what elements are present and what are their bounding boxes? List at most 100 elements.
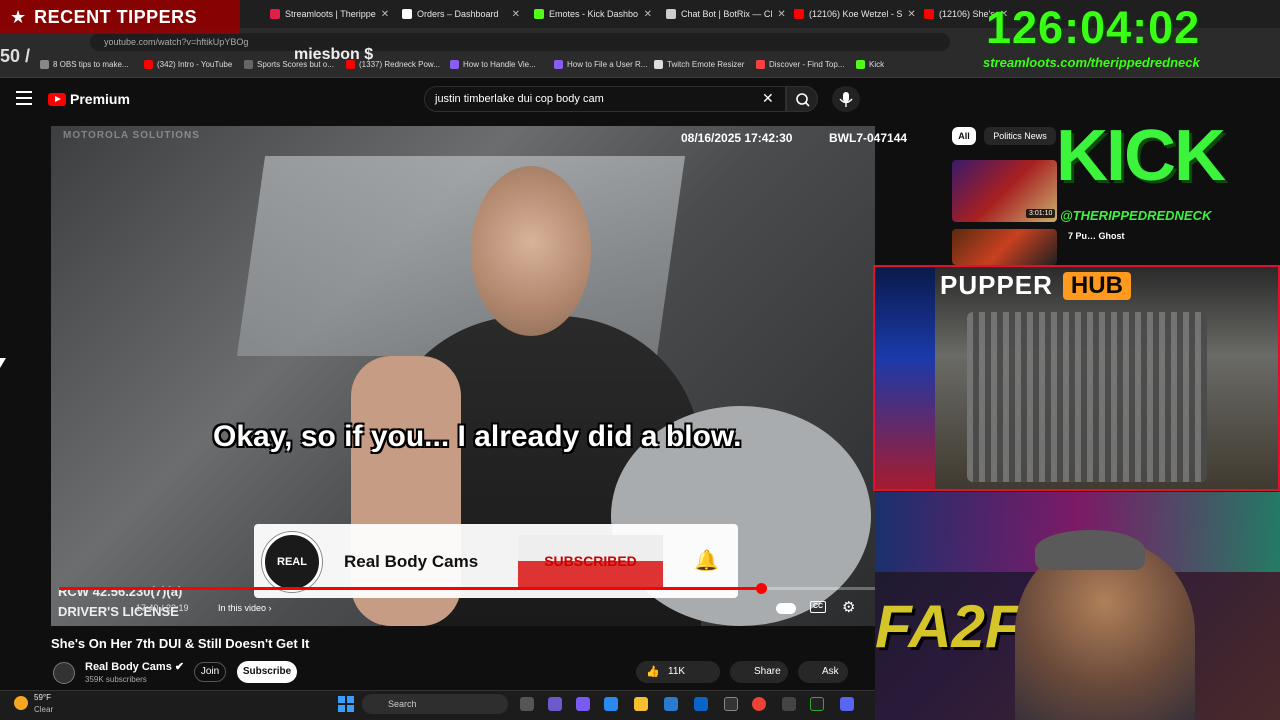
autoplay-toggle-icon[interactable] <box>776 603 796 614</box>
bookmark-favicon-icon <box>756 60 765 69</box>
outlook-icon[interactable] <box>694 697 708 711</box>
close-tab-icon[interactable]: ✕ <box>381 9 389 20</box>
video-duration: 3:01:10 <box>1026 209 1056 218</box>
bookmark-item[interactable]: (342) Intro - YouTube <box>144 60 232 69</box>
discord-icon[interactable] <box>840 697 854 711</box>
tab-favicon-icon <box>924 9 934 19</box>
browser-tab[interactable]: Emotes - Kick Dashbo ✕ <box>528 3 658 25</box>
join-button[interactable]: Join <box>194 662 226 682</box>
bookmark-item[interactable]: Twitch Emote Resizer <box>654 60 744 69</box>
tab-label: Streamloots | Therippe <box>285 9 376 19</box>
bookmark-item[interactable]: 8 OBS tips to make... <box>40 60 129 69</box>
youtube-logo-text: Premium <box>70 91 130 107</box>
bell-icon: 🔔 <box>694 550 719 572</box>
hamburger-menu-icon[interactable] <box>16 91 32 105</box>
bookmark-label: (342) Intro - YouTube <box>157 60 233 69</box>
browser-tab[interactable]: Chat Bot | BotRix — Cl ✕ <box>660 3 786 25</box>
channel-avatar[interactable] <box>53 662 75 684</box>
obs-icon[interactable] <box>724 697 738 711</box>
app-icon[interactable] <box>782 697 796 711</box>
chip-all[interactable]: All <box>952 127 976 145</box>
bookmark-favicon-icon <box>554 60 563 69</box>
bookmark-favicon-icon <box>654 60 663 69</box>
share-button[interactable]: Share <box>730 661 788 683</box>
url-field[interactable]: youtube.com/watch?v=hftikUpYBOg <box>90 33 950 51</box>
tab-label: Orders – Dashboard <box>417 9 499 19</box>
video-scene-window <box>236 156 686 356</box>
channel-logo: REAL <box>262 532 322 592</box>
bodycam-watermark: MOTOROLA SOLUTIONS <box>63 130 200 141</box>
bookmark-item[interactable]: How to Handle Vie... <box>450 60 536 69</box>
recommended-video-thumbnail[interactable] <box>952 229 1057 265</box>
progress-bar-fill <box>59 587 761 590</box>
tab-favicon-icon <box>270 9 280 19</box>
store-icon[interactable] <box>664 697 678 711</box>
bookmark-favicon-icon <box>856 60 865 69</box>
weather-icon[interactable] <box>14 696 28 710</box>
streamer-camera: FA2FO <box>875 492 1280 720</box>
close-tab-icon[interactable]: ✕ <box>512 9 520 20</box>
windows-start-icon[interactable] <box>338 696 354 712</box>
kick-handle: @THERIPPEDREDNECK <box>1060 208 1212 223</box>
progress-scrubber[interactable] <box>756 583 767 594</box>
search-icon <box>796 93 810 107</box>
mouse-cursor-icon <box>0 358 6 368</box>
pupper-hub-label: PUPPER <box>940 270 1053 300</box>
youtube-logo[interactable]: Premium <box>48 91 130 107</box>
weather-temperature: 59°F <box>34 693 51 702</box>
close-tab-icon[interactable]: ✕ <box>644 9 652 20</box>
terminal-icon[interactable] <box>810 697 824 711</box>
tab-favicon-icon <box>666 9 676 19</box>
taskbar-search[interactable]: Search <box>362 694 508 714</box>
microphone-icon <box>839 92 853 107</box>
pupper-hub-banner: PUPPER HUB <box>940 270 1131 301</box>
tab-label: Chat Bot | BotRix — Cl <box>681 9 773 19</box>
channel-name[interactable]: Real Body Cams ✔ <box>85 660 184 673</box>
tab-favicon-icon <box>402 9 412 19</box>
bookmark-label: 8 OBS tips to make... <box>53 60 129 69</box>
teams-icon[interactable] <box>576 697 590 711</box>
search-button[interactable] <box>786 86 818 112</box>
tab-label: (12106) Koe Wetzel - S <box>809 9 903 19</box>
copilot-icon[interactable] <box>548 697 562 711</box>
ask-button[interactable]: Ask <box>798 661 848 683</box>
bookmark-item[interactable]: Kick <box>856 60 884 69</box>
gear-icon[interactable]: ⚙ <box>842 598 855 616</box>
chrome-icon[interactable] <box>752 697 766 711</box>
browser-tab[interactable]: Streamloots | Therippe ✕ <box>264 3 394 25</box>
edge-icon[interactable] <box>604 697 618 711</box>
subscriber-count: 359K subscribers <box>85 675 147 684</box>
bookmark-label: Kick <box>869 60 885 69</box>
bookmark-label: Discover - Find Top... <box>769 60 845 69</box>
video-title: She's On Her 7th DUI & Still Doesn't Get… <box>51 636 310 651</box>
video-time: 17:40 / 22:19 <box>136 603 189 613</box>
tab-favicon-icon <box>534 9 544 19</box>
subscribe-button[interactable]: Subscribe <box>237 661 297 683</box>
recommended-video-title[interactable]: 7 Pu… Ghost <box>1068 230 1128 242</box>
bookmark-favicon-icon <box>144 60 153 69</box>
streamloots-url: streamloots.com/therippedredneck <box>983 55 1200 70</box>
task-view-icon[interactable] <box>520 697 534 711</box>
chip-politics-news[interactable]: Politics News <box>984 127 1056 145</box>
youtube-play-icon <box>48 92 66 106</box>
like-button[interactable]: 11K <box>636 661 720 683</box>
search-input[interactable]: justin timberlake dui cop body cam <box>424 86 786 112</box>
bookmark-item[interactable]: How to File a User R... <box>554 60 647 69</box>
tab-label: Emotes - Kick Dashbo <box>549 9 639 19</box>
lower-third-subscribe-graphic: SUBSCRIBED <box>518 535 663 587</box>
bookmark-item[interactable]: Discover - Find Top... <box>756 60 844 69</box>
video-caption: Okay, so if you... I already did a blow. <box>213 420 742 453</box>
browser-tab[interactable]: Orders – Dashboard ✕ <box>396 3 526 25</box>
video-scene-face <box>471 166 591 336</box>
bodycam-id: BWL7-047144 <box>829 131 908 145</box>
close-tab-icon[interactable]: ✕ <box>777 9 785 20</box>
close-icon[interactable]: ✕ <box>762 90 774 107</box>
voice-search-button[interactable] <box>832 86 860 112</box>
captions-icon[interactable]: CC <box>810 601 826 613</box>
recent-tippers-title: RECENT TIPPERS <box>34 6 198 27</box>
file-explorer-icon[interactable] <box>634 697 648 711</box>
in-this-video-button[interactable]: In this video › <box>218 603 272 613</box>
close-tab-icon[interactable]: ✕ <box>907 9 915 20</box>
bookmark-favicon-icon <box>244 60 253 69</box>
browser-tab[interactable]: (12106) Koe Wetzel - S ✕ <box>788 3 916 25</box>
